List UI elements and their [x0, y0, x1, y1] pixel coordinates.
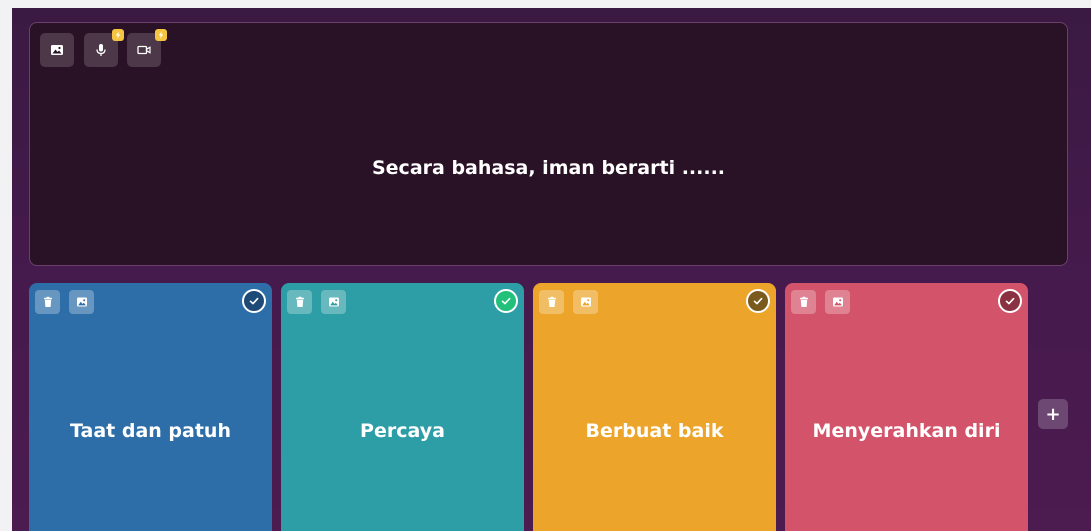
delete-option-button[interactable] [35, 290, 60, 314]
image-icon [580, 297, 591, 307]
delete-option-button[interactable] [539, 290, 564, 314]
image-icon [832, 297, 843, 307]
lightning-icon [115, 31, 121, 39]
question-panel[interactable]: Secara bahasa, iman berarti ...... [29, 22, 1068, 266]
answer-option-card[interactable]: Menyerahkan diri [785, 283, 1028, 531]
answer-option-card[interactable]: Berbuat baik [533, 283, 776, 531]
add-option-image-button[interactable] [69, 290, 94, 314]
answer-option-card[interactable]: Taat dan patuh [29, 283, 272, 531]
add-audio-button[interactable] [84, 29, 124, 67]
video-icon [137, 45, 151, 55]
trash-icon [43, 296, 52, 307]
premium-badge [112, 29, 124, 41]
trash-icon [547, 296, 556, 307]
lightning-icon [158, 31, 164, 39]
mark-correct-toggle[interactable] [998, 289, 1022, 313]
mark-correct-toggle[interactable] [242, 289, 266, 313]
answer-option-text[interactable]: Percaya [281, 420, 524, 442]
question-editor: Secara bahasa, iman berarti ...... Taat … [12, 8, 1091, 531]
add-option-image-button[interactable] [573, 290, 598, 314]
trash-icon [295, 296, 304, 307]
add-option-image-button[interactable] [321, 290, 346, 314]
delete-option-button[interactable] [791, 290, 816, 314]
question-text[interactable]: Secara bahasa, iman berarti ...... [30, 157, 1067, 179]
add-option-button[interactable]: + [1038, 399, 1068, 429]
add-video-button[interactable] [127, 29, 167, 67]
mark-correct-toggle[interactable] [494, 289, 518, 313]
answer-option-text[interactable]: Berbuat baik [533, 420, 776, 442]
image-icon [328, 297, 339, 307]
add-option-image-button[interactable] [825, 290, 850, 314]
trash-icon [799, 296, 808, 307]
premium-badge [155, 29, 167, 41]
image-icon [51, 45, 63, 55]
check-icon [1005, 297, 1015, 305]
check-icon [249, 297, 259, 305]
mark-correct-toggle[interactable] [746, 289, 770, 313]
image-icon [76, 297, 87, 307]
check-icon [501, 297, 511, 305]
check-icon [753, 297, 763, 305]
answer-option-text[interactable]: Taat dan patuh [29, 420, 272, 442]
answer-option-text[interactable]: Menyerahkan diri [785, 420, 1028, 442]
add-image-button[interactable] [40, 33, 74, 67]
delete-option-button[interactable] [287, 290, 312, 314]
answer-option-card[interactable]: Percaya [281, 283, 524, 531]
microphone-icon [96, 44, 106, 56]
